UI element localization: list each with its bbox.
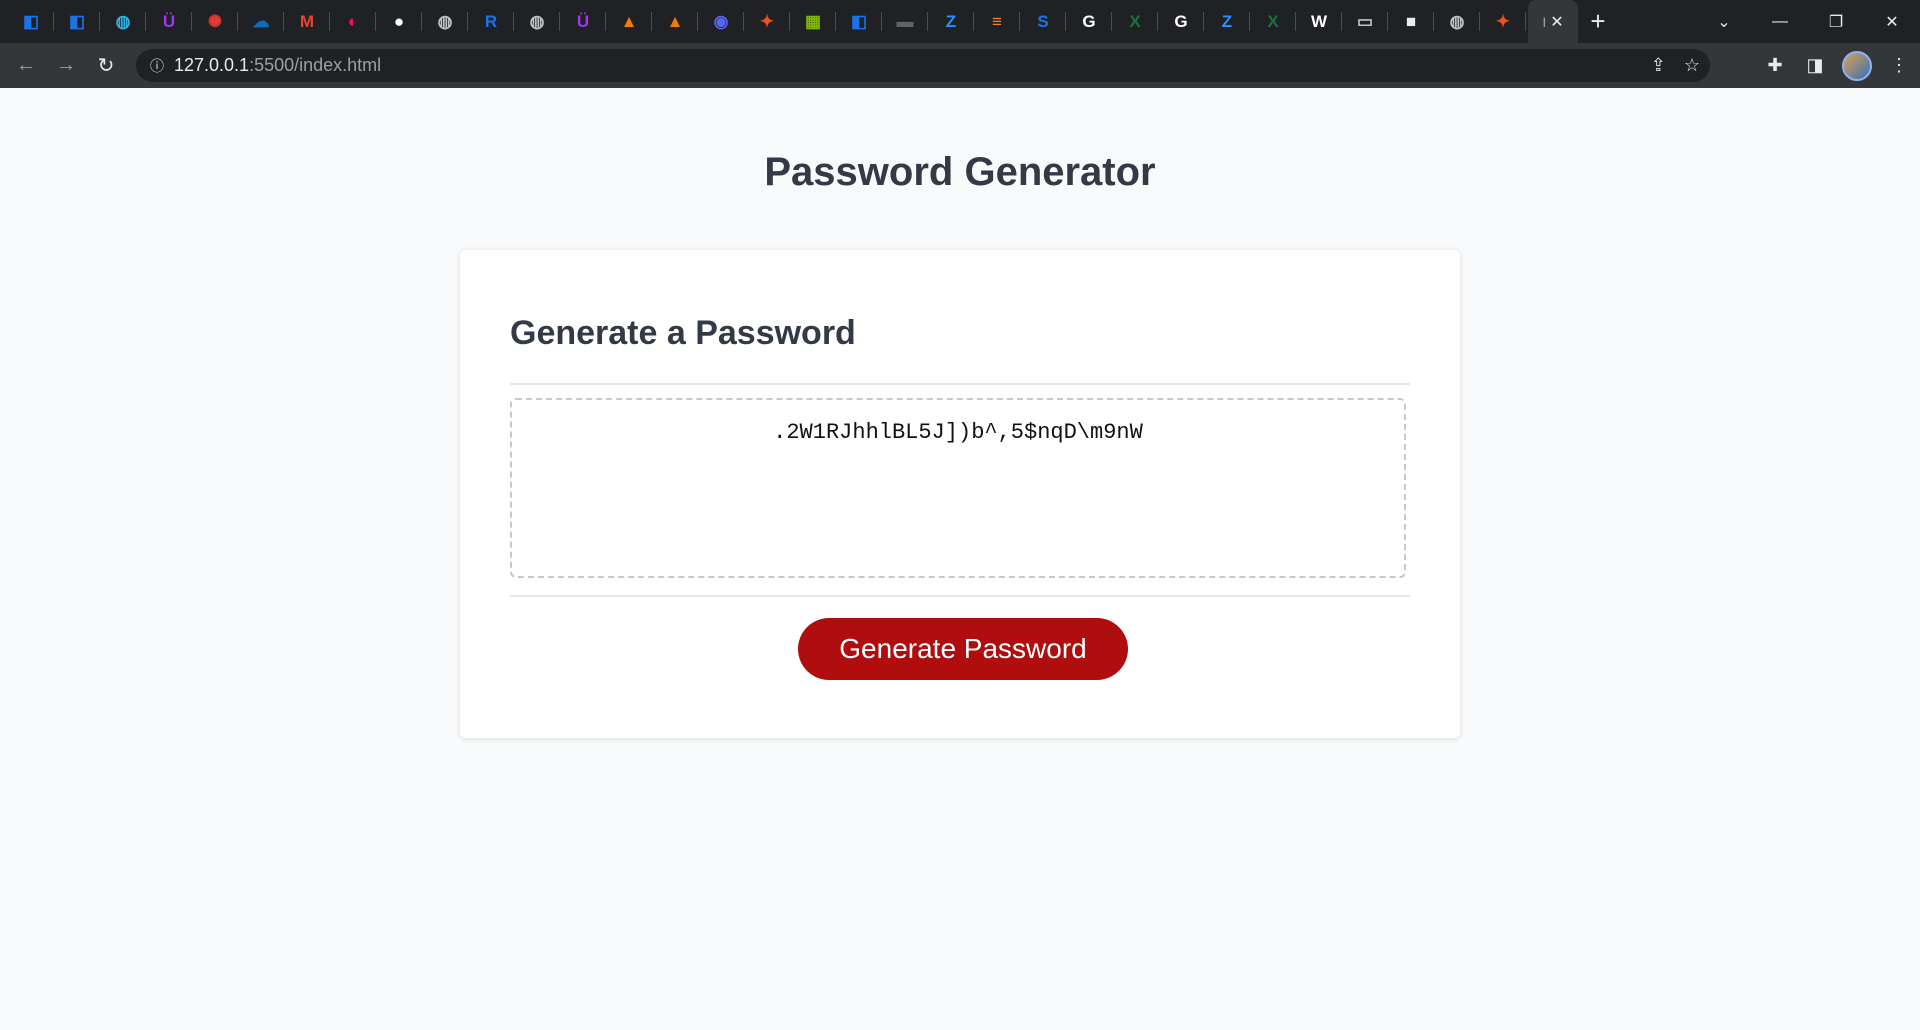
- excel-icon: X: [1129, 12, 1141, 31]
- asterisk-icon: ✺: [207, 12, 223, 31]
- azure-icon: ◧: [68, 12, 86, 31]
- browser-tab[interactable]: X: [1112, 0, 1158, 43]
- browser-tab[interactable]: ◍: [100, 0, 146, 43]
- url-host: 127.0.0.1: [174, 55, 250, 75]
- orange-app-icon: ▲: [666, 12, 684, 31]
- back-button[interactable]: ←: [6, 46, 46, 86]
- azure-icon: ◧: [22, 12, 40, 31]
- r-icon: R: [484, 12, 498, 31]
- figma-icon: ✦: [759, 12, 775, 31]
- udemy-icon: Ü: [576, 12, 590, 31]
- card-header: Generate a Password: [510, 314, 856, 352]
- browser-tab[interactable]: ✦: [744, 0, 790, 43]
- browser-tab[interactable]: X: [1250, 0, 1296, 43]
- browser-tab[interactable]: G: [1066, 0, 1112, 43]
- wordpress-icon: W: [1310, 12, 1328, 31]
- browser-tab[interactable]: ▲: [652, 0, 698, 43]
- google-icon: G: [1082, 12, 1096, 31]
- browser-tab[interactable]: ◉: [698, 0, 744, 43]
- figma-icon: ✦: [1495, 12, 1511, 31]
- minimize-button[interactable]: —: [1752, 0, 1808, 43]
- tab-search-icon[interactable]: ⌄: [1696, 0, 1752, 43]
- browser-tab[interactable]: ▦: [790, 0, 836, 43]
- globe-icon: ◍: [437, 12, 453, 31]
- zoom-icon: Z: [945, 12, 957, 31]
- s-app-icon: S: [1037, 12, 1049, 31]
- browser-tab[interactable]: ◍: [422, 0, 468, 43]
- address-bar[interactable]: ⓘ 127.0.0.1:5500/index.html ⇪ ☆: [136, 49, 1710, 82]
- azure-icon: ◧: [850, 12, 868, 31]
- google-icon: G: [1174, 12, 1188, 31]
- browser-tab[interactable]: ☁: [238, 0, 284, 43]
- tab-active[interactable]: I ✕: [1528, 0, 1578, 43]
- extensions-icon[interactable]: ✚: [1762, 55, 1788, 76]
- password-output[interactable]: [510, 398, 1406, 578]
- browser-tab[interactable]: W: [1296, 0, 1342, 43]
- url-path: :5500/index.html: [249, 55, 382, 75]
- gmail-icon: M: [299, 12, 315, 31]
- tab-icon: ▭: [1356, 12, 1374, 31]
- browser-tab[interactable]: ◍: [514, 0, 560, 43]
- browser-tab[interactable]: ●: [376, 0, 422, 43]
- orange-app-icon: ▲: [620, 12, 638, 31]
- github-icon: ●: [393, 12, 405, 31]
- excel-icon: X: [1267, 12, 1279, 31]
- stackoverflow-icon: ≡: [992, 12, 1002, 31]
- profile-avatar[interactable]: [1842, 50, 1872, 81]
- browser-tab[interactable]: M: [284, 0, 330, 43]
- zoom-icon: Z: [1221, 12, 1233, 31]
- browser-tab[interactable]: Ü: [146, 0, 192, 43]
- header-divider: [510, 383, 1410, 385]
- footer-divider: [510, 595, 1410, 597]
- browser-tab[interactable]: ◧: [8, 0, 54, 43]
- browser-tab[interactable]: ■: [1388, 0, 1434, 43]
- tab-close-icon[interactable]: ✕: [1550, 12, 1563, 32]
- planet-icon: ◍: [115, 12, 131, 31]
- video-icon: ■: [1405, 12, 1417, 31]
- microsoft-icon: ▦: [804, 12, 822, 31]
- page-title: Password Generator: [764, 150, 1156, 194]
- bookmark-star-icon[interactable]: ☆: [1684, 55, 1700, 76]
- password-card: Generate a Password Generate Password: [460, 250, 1460, 738]
- close-window-button[interactable]: ✕: [1864, 0, 1920, 43]
- globe-icon: ◍: [529, 12, 545, 31]
- browser-tab[interactable]: ◍: [1434, 0, 1480, 43]
- browser-tab[interactable]: ✺: [192, 0, 238, 43]
- browser-tab[interactable]: ▭: [1342, 0, 1388, 43]
- video-icon: ▬: [896, 12, 914, 31]
- tab-list: ◧ ◧ ◍ Ü ✺ ☁ M ◐ ● ◍ R ◍ Ü ▲ ▲ ◉ ✦ ▦ ◧ ▬ Z ≡ S G X G Z X W ▭ ■ ◍ ✦: [0, 0, 1526, 43]
- browser-tab[interactable]: ◧: [54, 0, 100, 43]
- browser-tab-strip: ◧ ◧ ◍ Ü ✺ ☁ M ◐ ● ◍ R ◍ Ü ▲ ▲ ◉ ✦ ▦ ◧ ▬ Z ≡ S G X G Z X W ▭ ■ ◍ ✦ I ✕ + …: [0, 0, 1920, 43]
- browser-tab[interactable]: Ü: [560, 0, 606, 43]
- browser-tab[interactable]: ◐: [330, 0, 376, 43]
- new-tab-button[interactable]: +: [1578, 0, 1618, 43]
- browser-tab[interactable]: Z: [1204, 0, 1250, 43]
- share-icon[interactable]: ⇪: [1651, 55, 1666, 76]
- reload-button[interactable]: ↻: [86, 46, 126, 86]
- browser-tab[interactable]: G: [1158, 0, 1204, 43]
- discord-icon: ◉: [713, 12, 729, 31]
- active-tab-favicon: I: [1542, 13, 1547, 30]
- window-controls: ⌄ — ❐ ✕: [1696, 0, 1920, 43]
- browser-tab[interactable]: ▲: [606, 0, 652, 43]
- forward-button[interactable]: →: [46, 46, 86, 86]
- browser-tab[interactable]: R: [468, 0, 514, 43]
- browser-menu-icon[interactable]: ⋮: [1886, 55, 1912, 76]
- site-info-icon[interactable]: ⓘ: [150, 56, 164, 76]
- browser-tab[interactable]: ✦: [1480, 0, 1526, 43]
- side-panel-icon[interactable]: ◨: [1802, 55, 1828, 76]
- browser-tab[interactable]: ▬: [882, 0, 928, 43]
- restore-button[interactable]: ❐: [1808, 0, 1864, 43]
- globe-icon: ◍: [1449, 12, 1465, 31]
- figma-community-icon: ◐: [347, 12, 359, 31]
- generate-password-button[interactable]: Generate Password: [798, 618, 1128, 680]
- browser-tab[interactable]: ≡: [974, 0, 1020, 43]
- browser-toolbar: ← → ↻ ⓘ 127.0.0.1:5500/index.html ⇪ ☆ ✚ …: [0, 43, 1920, 88]
- url-text[interactable]: 127.0.0.1:5500/index.html: [174, 55, 381, 76]
- udemy-icon: Ü: [162, 12, 176, 31]
- onedrive-icon: ☁: [252, 12, 270, 31]
- browser-tab[interactable]: Z: [928, 0, 974, 43]
- browser-tab[interactable]: S: [1020, 0, 1066, 43]
- browser-tab[interactable]: ◧: [836, 0, 882, 43]
